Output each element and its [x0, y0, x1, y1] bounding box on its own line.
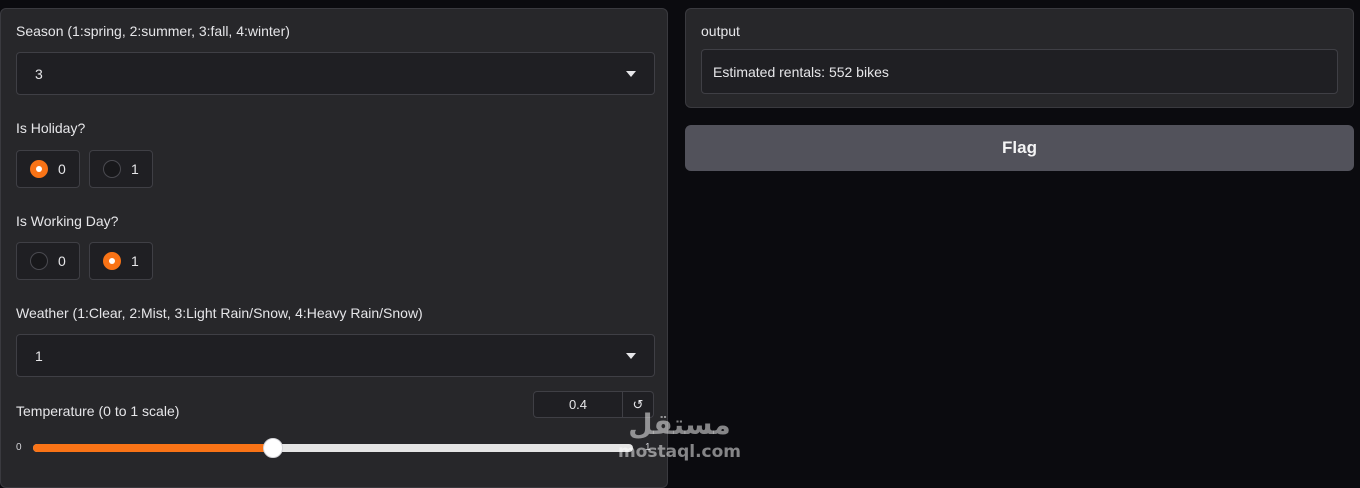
radio-unchecked-icon — [103, 160, 121, 178]
weather-value: 1 — [35, 347, 43, 364]
season-label: Season (1:spring, 2:summer, 3:fall, 4:wi… — [16, 23, 290, 39]
holiday-option-1-label: 1 — [131, 161, 139, 177]
temperature-slider[interactable] — [33, 438, 633, 458]
season-value: 3 — [35, 65, 43, 82]
slider-thumb[interactable] — [263, 438, 283, 458]
watermark-latin: mostaql.com — [617, 442, 742, 462]
output-label: output — [701, 23, 740, 39]
holiday-option-0-label: 0 — [58, 161, 66, 177]
working-day-option-1[interactable]: 1 — [89, 242, 153, 280]
watermark-arabic: مستقل — [628, 408, 731, 441]
flag-button[interactable]: Flag — [685, 125, 1354, 171]
slider-min-label: 0 — [16, 442, 22, 453]
holiday-option-0[interactable]: 0 — [16, 150, 80, 188]
holiday-radio-group: 0 1 — [16, 150, 153, 188]
radio-unchecked-icon — [30, 252, 48, 270]
working-day-label: Is Working Day? — [16, 213, 119, 229]
working-day-radio-group: 0 1 — [16, 242, 153, 280]
radio-checked-icon — [30, 160, 48, 178]
holiday-option-1[interactable]: 1 — [89, 150, 153, 188]
working-day-option-0[interactable]: 0 — [16, 242, 80, 280]
output-textbox[interactable]: Estimated rentals: 552 bikes — [701, 49, 1338, 94]
chevron-down-icon — [626, 70, 636, 77]
slider-fill — [33, 444, 273, 452]
temperature-number-input[interactable]: 0.4 — [533, 391, 623, 418]
season-dropdown[interactable]: 3 — [16, 52, 655, 95]
watermark-logo: مستقل mostaql.com — [612, 408, 747, 468]
weather-dropdown[interactable]: 1 — [16, 334, 655, 377]
output-panel: output Estimated rentals: 552 bikes — [685, 8, 1354, 108]
radio-checked-icon — [103, 252, 121, 270]
temperature-label: Temperature (0 to 1 scale) — [16, 403, 180, 419]
chevron-down-icon — [626, 352, 636, 359]
working-day-option-0-label: 0 — [58, 253, 66, 269]
holiday-label: Is Holiday? — [16, 120, 86, 136]
weather-label: Weather (1:Clear, 2:Mist, 3:Light Rain/S… — [16, 305, 423, 321]
working-day-option-1-label: 1 — [131, 253, 139, 269]
output-column: output Estimated rentals: 552 bikes Flag — [685, 8, 1354, 171]
